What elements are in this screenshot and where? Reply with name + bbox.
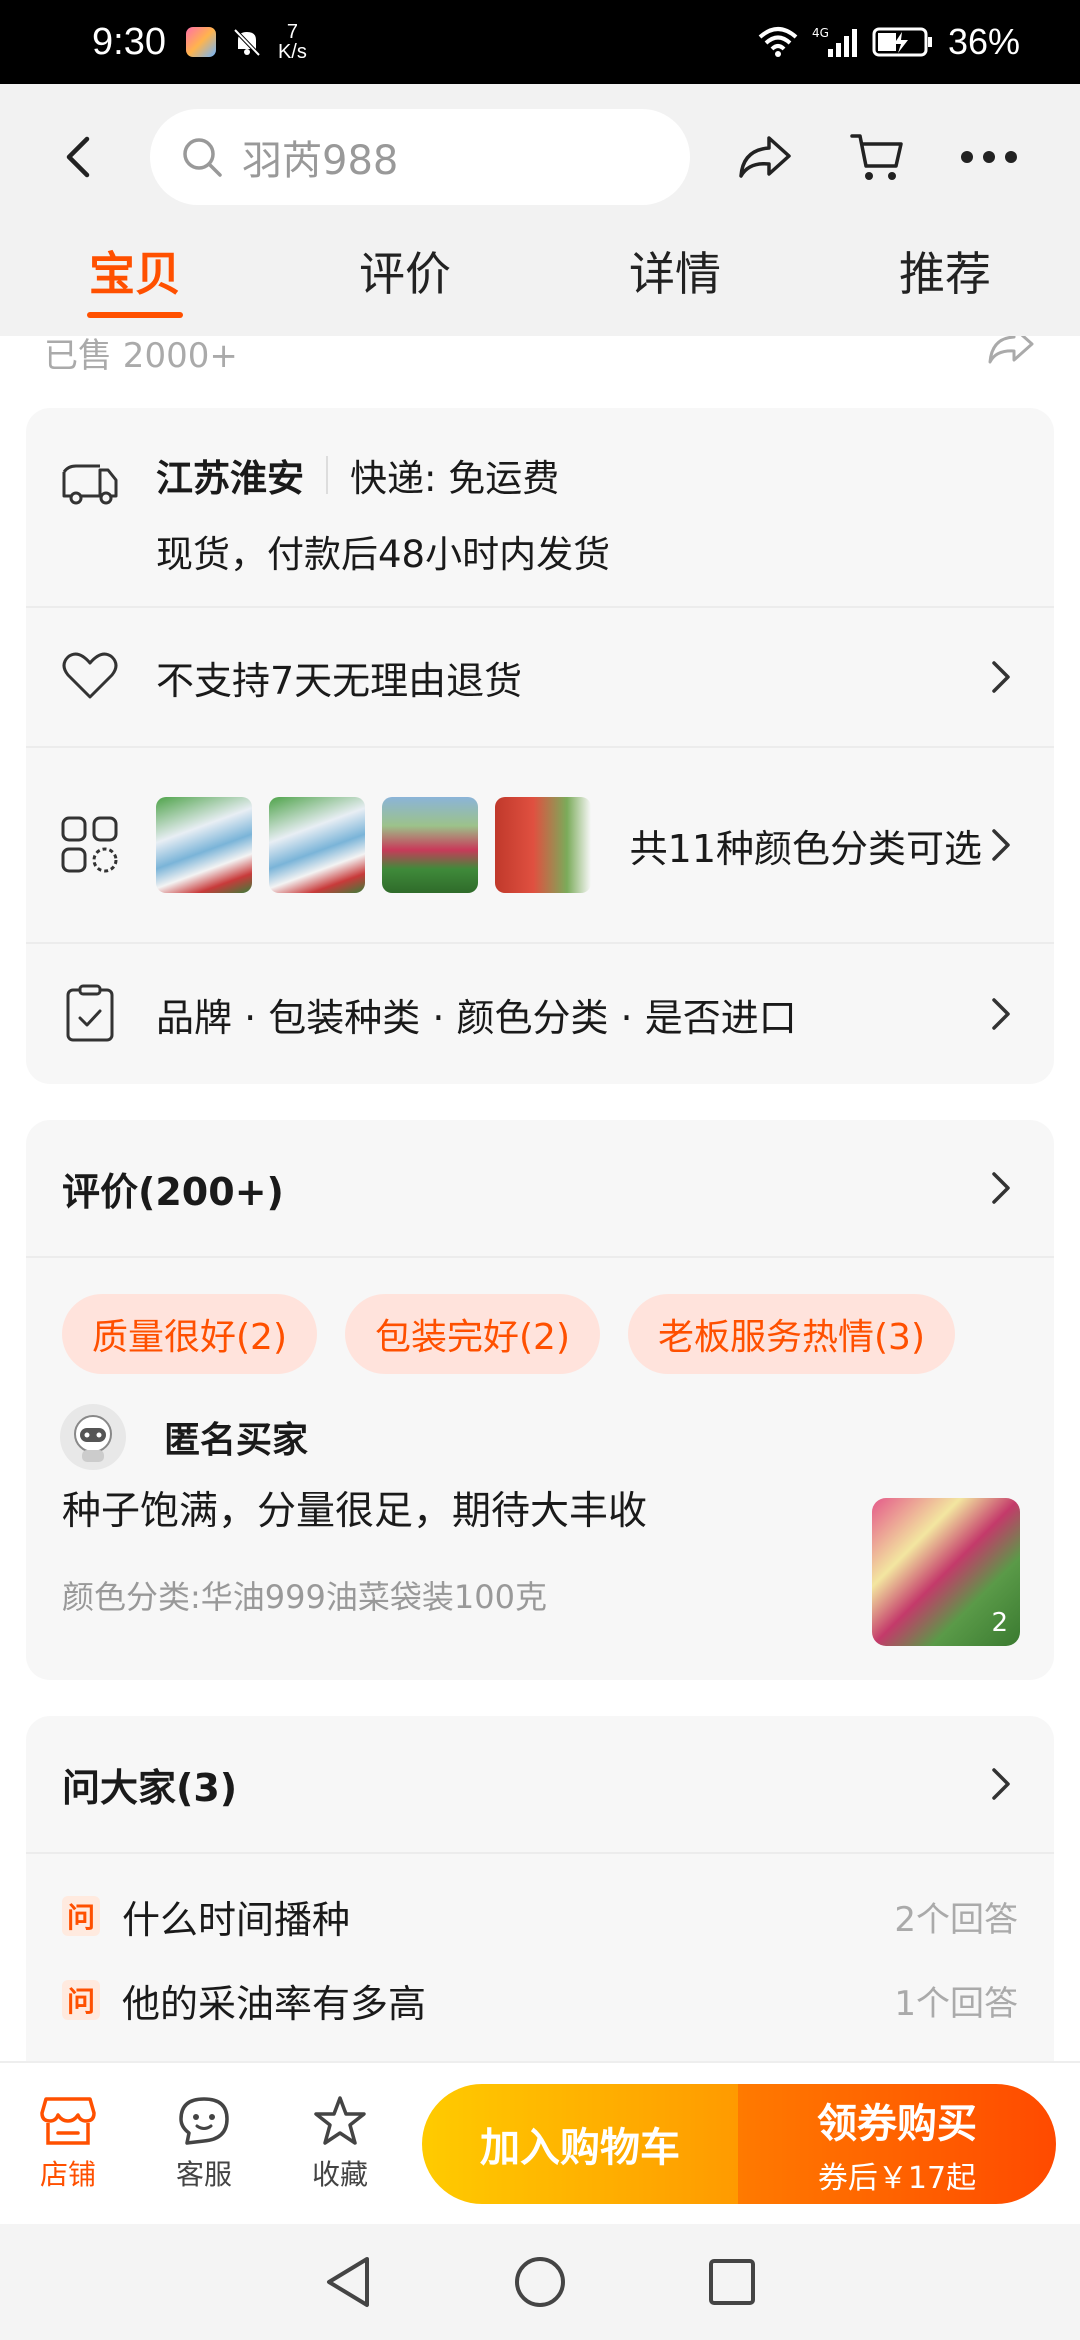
share-button[interactable]: [730, 122, 800, 192]
qa-header[interactable]: 问大家(3): [26, 1716, 1054, 1854]
color-options-row[interactable]: 共11种颜色分类可选: [26, 748, 1054, 944]
product-header: 羽芮988 宝贝 评价 详情 推荐: [0, 84, 1080, 336]
review-tag[interactable]: 质量很好(2): [62, 1294, 317, 1374]
reviews-card: 评价(200+) 质量很好(2) 包装完好(2) 老板服务热情(3) 匿名买家 …: [26, 1120, 1054, 1680]
review-tag[interactable]: 老板服务热情(3): [628, 1294, 955, 1374]
search-bar[interactable]: 羽芮988: [150, 109, 690, 205]
chevron-right-icon: [992, 1768, 1010, 1800]
app-notification-icon: [185, 27, 216, 57]
color-thumbnail[interactable]: [495, 797, 591, 893]
tab-reviews[interactable]: 评价: [270, 230, 540, 336]
bottom-action-bar: 店铺 客服 收藏 加入购物车 领券购买 券后￥17起: [0, 2061, 1080, 2224]
coupon-buy-button[interactable]: 领券购买 券后￥17起: [738, 2083, 1056, 2204]
chevron-right-icon: [992, 1172, 1010, 1204]
answer-count: 2个回答: [894, 1899, 1018, 1940]
chevron-right-icon: [992, 829, 1010, 861]
ship-time: 现货，付款后48小时内发货: [156, 533, 611, 576]
nav-home-icon[interactable]: [513, 2255, 567, 2309]
sold-row: 已售 2000+: [0, 336, 1080, 408]
reviews-header[interactable]: 评价(200+): [26, 1120, 1054, 1258]
review-image[interactable]: 2: [872, 1498, 1020, 1646]
share-icon: [739, 136, 791, 178]
status-bar: 9:30 7 K/s 4G 36%: [0, 0, 1080, 84]
chevron-right-icon: [992, 661, 1010, 693]
reviewer-name: 匿名买家: [164, 1420, 309, 1461]
qa-item[interactable]: 问 他的采油率有多高 1个回答: [26, 1958, 1054, 2042]
answer-count: 1个回答: [894, 1983, 1018, 2024]
wifi-icon: [758, 27, 798, 57]
heart-icon: [60, 647, 120, 707]
question-text: 他的采油率有多高: [122, 1981, 427, 2026]
product-content[interactable]: 已售 2000+ 江苏淮安 快递: 免运费 现货，付款后48小时内发货 不支持7…: [0, 336, 1080, 2061]
ship-location: 江苏淮安: [156, 457, 304, 500]
question-text: 什么时间播种: [122, 1897, 351, 1942]
favorite-button[interactable]: 收藏: [272, 2095, 408, 2193]
star-icon: [314, 2095, 366, 2145]
params-row[interactable]: 品牌 · 包装种类 · 颜色分类 · 是否进口: [26, 944, 1054, 1084]
svg-text:4G: 4G: [812, 26, 829, 40]
review-tag[interactable]: 包装完好(2): [345, 1294, 600, 1374]
ship-fee: 快递: 免运费: [350, 457, 560, 500]
color-thumbnail[interactable]: [269, 797, 365, 893]
network-speed: 7 K/s: [277, 21, 307, 63]
grid-options-icon: [60, 815, 120, 875]
color-thumbnail[interactable]: [382, 797, 478, 893]
tab-recommend[interactable]: 推荐: [810, 230, 1080, 336]
qa-card: 问大家(3) 问 什么时间播种 2个回答 问 他的采油率有多高 1个回答: [26, 1716, 1054, 2061]
nav-recents-icon[interactable]: [707, 2257, 757, 2307]
truck-icon: [60, 454, 120, 514]
question-badge: 问: [62, 1980, 100, 2020]
store-label: 店铺: [39, 2157, 96, 2191]
purchase-buttons: 加入购物车 领券购买 券后￥17起: [422, 2083, 1056, 2204]
astronaut-avatar-icon: [74, 1415, 112, 1462]
qa-title: 问大家(3): [62, 1765, 238, 1810]
tab-details[interactable]: 详情: [540, 230, 810, 336]
store-icon: [40, 2096, 96, 2145]
nav-back-icon[interactable]: [323, 2255, 373, 2309]
reviews-title: 评价(200+): [62, 1169, 284, 1214]
more-button[interactable]: [954, 122, 1024, 192]
cart-icon: [850, 134, 903, 180]
chat-face-icon: [179, 2096, 229, 2145]
service-label: 客服: [175, 2157, 232, 2191]
more-icon: [961, 151, 1017, 163]
back-arrow-icon: [66, 136, 90, 178]
search-query: 羽芮988: [242, 138, 399, 184]
search-icon: [183, 138, 222, 177]
tab-item[interactable]: 宝贝: [0, 230, 270, 336]
chevron-right-icon: [992, 998, 1010, 1030]
divider: [326, 456, 328, 494]
cart-button[interactable]: [842, 122, 912, 192]
system-nav-bar: [0, 2224, 1080, 2340]
sold-count: 已售 2000+: [44, 336, 238, 376]
status-time: 9:30: [92, 20, 166, 63]
battery-charging-icon: [872, 27, 932, 57]
reviewer: 匿名买家: [60, 1404, 1054, 1470]
cellular-signal-icon: 4G: [812, 26, 857, 57]
color-thumbnail[interactable]: [156, 797, 252, 893]
returns-text: 不支持7天无理由退货: [156, 658, 523, 703]
customer-service-button[interactable]: 客服: [136, 2095, 272, 2193]
favorite-label: 收藏: [311, 2157, 368, 2191]
add-to-cart-button[interactable]: 加入购物车: [422, 2083, 738, 2204]
avatar: [60, 1404, 126, 1470]
shipping-row[interactable]: 江苏淮安 快递: 免运费 现货，付款后48小时内发货: [26, 408, 1054, 608]
buy-price-label: 券后￥17起: [817, 2160, 977, 2196]
review-image-count: 2: [991, 1608, 1008, 1638]
share-small-icon[interactable]: [986, 336, 1036, 364]
review-tags: 质量很好(2) 包装完好(2) 老板服务热情(3): [26, 1258, 1054, 1374]
store-button[interactable]: 店铺: [0, 2095, 136, 2193]
params-text: 品牌 · 包装种类 · 颜色分类 · 是否进口: [156, 995, 797, 1040]
back-button[interactable]: [48, 127, 108, 187]
bell-muted-icon: [233, 28, 261, 57]
returns-row[interactable]: 不支持7天无理由退货: [26, 608, 1054, 748]
colors-count-text: 共11种颜色分类可选: [629, 826, 982, 871]
info-card: 江苏淮安 快递: 免运费 现货，付款后48小时内发货 不支持7天无理由退货 共1…: [26, 408, 1054, 1084]
buy-label: 领券购买: [817, 2100, 977, 2147]
question-badge: 问: [62, 1896, 100, 1936]
battery-percent: 36%: [947, 21, 1020, 62]
clipboard-icon: [60, 984, 120, 1044]
section-tabs: 宝贝 评价 详情 推荐: [0, 230, 1080, 336]
qa-item[interactable]: 问 什么时间播种 2个回答: [26, 1874, 1054, 1958]
